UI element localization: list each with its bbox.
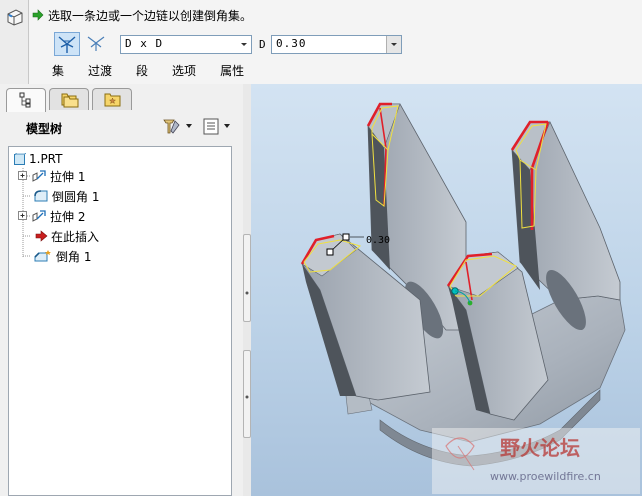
prompt-text: 选取一条边或一个边链以创建倒角集。: [48, 8, 253, 23]
corner-chamfer-icon: [87, 36, 105, 51]
tree-show-button[interactable]: [202, 116, 234, 136]
model-tree-title: 模型树: [26, 122, 63, 136]
dimension-label[interactable]: 0.30: [366, 235, 390, 246]
scheme-value: D x D: [125, 37, 164, 50]
chevron-down-icon[interactable]: [237, 36, 251, 53]
tab-transitions[interactable]: 过渡: [88, 62, 122, 79]
model-tree-icon: [19, 92, 31, 108]
dashboard-feature-strip: [0, 0, 29, 84]
tree-item-label: 拉伸 1: [50, 169, 86, 184]
sash-dot: [245, 291, 249, 295]
tab-options[interactable]: 选项: [172, 62, 206, 79]
tab-pieces[interactable]: 段: [136, 62, 158, 79]
tree-item-label: 倒圆角 1: [52, 189, 100, 204]
extrude-icon: [32, 210, 46, 222]
tree-item-extrude-1[interactable]: 拉伸 1: [18, 167, 85, 185]
chevron-down-icon[interactable]: [386, 36, 401, 53]
chamfer-feature-icon: [7, 9, 23, 26]
panel-sash[interactable]: [243, 84, 251, 496]
dimension-scheme-select[interactable]: D x D: [120, 35, 252, 54]
folder-icon: [61, 93, 79, 108]
prompt-arrow-icon: [32, 9, 44, 21]
graphics-window[interactable]: 0.30 野火论坛 www.proewildfire.cn: [251, 84, 642, 496]
tab-model-tree[interactable]: [6, 88, 46, 112]
tree-item-round-1[interactable]: 倒圆角 1: [33, 187, 99, 205]
tree-item-label: 倒角 1: [56, 249, 92, 264]
tree-settings-button[interactable]: [160, 116, 196, 136]
chamfer-toolbar: D x D D 0.30: [52, 32, 642, 58]
chamfer-icon: [34, 250, 51, 262]
show-list-icon: [203, 118, 230, 135]
tab-folder-browser[interactable]: [49, 88, 89, 110]
sash-grip-upper[interactable]: [243, 234, 251, 322]
insert-here-arrow-icon[interactable]: [35, 230, 48, 242]
tree-item-label: 在此插入: [51, 229, 100, 244]
settings-tools-icon: [163, 119, 192, 134]
tab-favorites[interactable]: [92, 88, 132, 110]
extrude-icon: [32, 170, 46, 182]
tree-item-extrude-2[interactable]: 拉伸 2: [18, 207, 85, 225]
expand-plus-icon[interactable]: [18, 211, 28, 221]
tree-item-insert-here[interactable]: 在此插入: [35, 227, 99, 245]
model-tree: 1.PRT 拉伸 1 倒圆角 1 拉伸 2 在此插入 倒角 1: [8, 146, 232, 496]
sash-grip-lower[interactable]: [243, 350, 251, 438]
round-icon: [34, 190, 48, 202]
edge-chamfer-mode-button[interactable]: [54, 32, 80, 56]
edge-chamfer-icon: [58, 36, 76, 53]
d-value: 0.30: [276, 37, 307, 50]
message-prompt: 选取一条边或一个边链以创建倒角集。: [32, 6, 252, 24]
chamfer-dashboard: 选取一条边或一个边链以创建倒角集。 D x D D 0.30 集 过渡 段 选项…: [0, 0, 642, 85]
expand-plus-icon[interactable]: [18, 171, 28, 181]
watermark-name: 野火论坛: [500, 436, 580, 460]
tab-properties[interactable]: 属性: [220, 62, 254, 79]
navigator-panel: 模型树 1.PRT 拉伸 1 倒圆角 1 拉伸 2 在此插入 倒角 1: [0, 84, 244, 496]
watermark-logo: 野火论坛 www.proewildfire.cn: [432, 428, 640, 494]
drag-handle[interactable]: [326, 248, 334, 256]
drag-handle[interactable]: [342, 233, 350, 241]
tree-item-chamfer-1[interactable]: 倒角 1: [33, 247, 91, 265]
d-label: D: [259, 38, 266, 51]
watermark-url: www.proewildfire.cn: [490, 470, 601, 483]
corner-chamfer-mode-button[interactable]: [84, 32, 110, 56]
tree-item-label: 拉伸 2: [50, 209, 86, 224]
favorites-icon: [104, 93, 121, 107]
model-tree-header: 模型树: [0, 110, 243, 140]
tab-sets[interactable]: 集: [52, 62, 74, 79]
part-model-view[interactable]: 0.30 野火论坛 www.proewildfire.cn: [251, 84, 642, 496]
dashboard-tabs: 集 过渡 段 选项 属性: [52, 62, 268, 79]
d-value-input[interactable]: 0.30: [271, 35, 402, 54]
sash-dot: [245, 395, 249, 399]
